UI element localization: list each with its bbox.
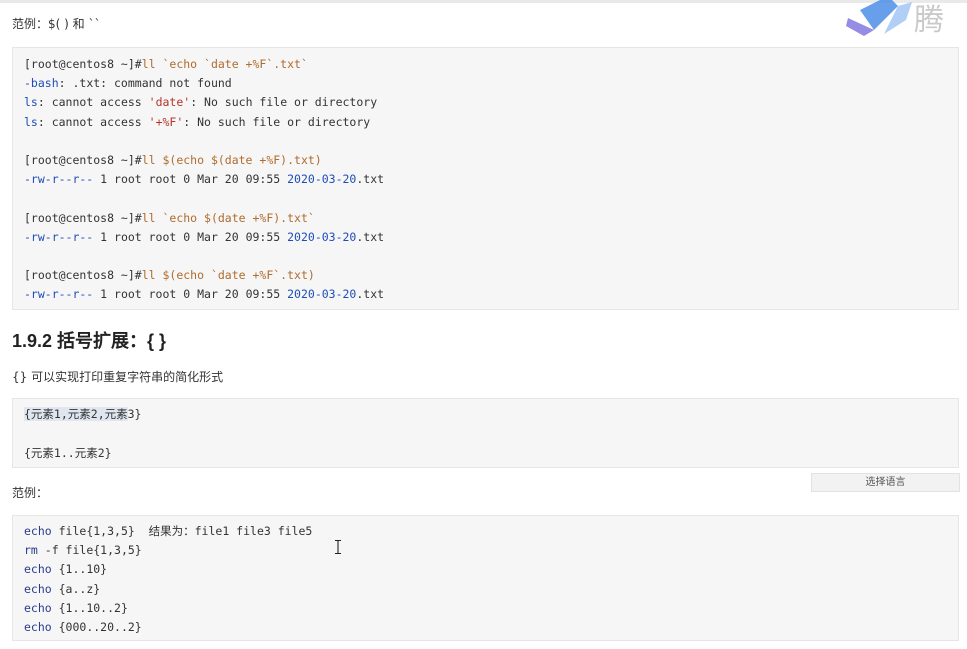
code-token: {1..10} [51, 562, 108, 577]
code-line: ls: cannot access 'date': No such file o… [24, 95, 377, 109]
code-token: -rw-r--r-- [24, 287, 94, 302]
code-token: echo [24, 581, 52, 596]
code-line: [root@centos8 ~]#ll `echo `date +%F`.txt… [24, 57, 308, 71]
code-token: 1 root root 0 Mar 20 09:55 [93, 287, 288, 302]
code-token: ll $(echo `date +%F`.txt) [141, 268, 315, 283]
code-token: ls [24, 95, 38, 110]
code-line: echo {a..z} [24, 582, 100, 596]
syntax-line-1-rest: 3} [127, 407, 142, 421]
code-token: {a..z} [51, 581, 101, 596]
code-token: -f file{1,3,5} [37, 543, 142, 558]
watermark-logo: 腾 [846, 0, 967, 40]
code-token: ll `echo `date +%F`.txt` [141, 57, 308, 71]
code-line: -rw-r--r-- 1 root root 0 Mar 20 09:55 20… [24, 287, 384, 301]
code-line: echo {1..10} [24, 562, 107, 576]
code-token: .txt [356, 172, 385, 187]
code-token: echo [24, 562, 52, 577]
code-token: echo [24, 600, 52, 615]
code-token: .txt [356, 287, 385, 302]
code-token: .txt [356, 229, 385, 244]
syntax-block[interactable]: {元素1,元素2,元素3} {元素1..元素2} [12, 398, 959, 468]
code-token: : cannot access [37, 114, 149, 129]
code-token: [root@centos8 ~]# [24, 210, 142, 225]
logo-icon: 腾 [846, 0, 944, 38]
code-token: : No such file or directory [183, 114, 371, 129]
code-token: ll `echo $(date +%F).txt` [141, 210, 315, 225]
code-token: 'date' [148, 95, 191, 110]
syntax-line-2: {元素1..元素2} [24, 446, 112, 460]
code-line: [root@centos8 ~]#ll $(echo `date +%F`.tx… [24, 268, 315, 282]
code-token: ls [24, 114, 38, 129]
code-token: : .txt: command not found [58, 76, 232, 91]
code-token: rm [24, 543, 38, 558]
code-token: file{1,3,5} 结果为：file1 file3 file5 [51, 524, 313, 538]
code-token: 1 root root 0 Mar 20 09:55 [93, 229, 288, 244]
example-label: 范例： [12, 486, 49, 500]
code-line: [root@centos8 ~]#ll $(echo $(date +%F).t… [24, 153, 322, 167]
code-token: [root@centos8 ~]# [24, 57, 142, 71]
code-token: [root@centos8 ~]# [24, 153, 142, 167]
intro-label: 范例：$( ) 和 `` [12, 17, 101, 31]
code-token: 2020-03-20 [287, 229, 357, 244]
top-divider [0, 0, 967, 3]
code-line: rm -f file{1,3,5} [24, 543, 142, 557]
code-token: 2020-03-20 [287, 287, 357, 302]
code-line: -rw-r--r-- 1 root root 0 Mar 20 09:55 20… [24, 172, 384, 186]
code-token: '+%F' [148, 114, 184, 129]
code-token: : No such file or directory [190, 95, 378, 110]
code-line: ls: cannot access '+%F': No such file or… [24, 115, 370, 129]
section-description: {} 可以实现打印重复字符串的简化形式 [12, 370, 224, 384]
selected-text: {元素1,元素2,元素 [24, 407, 128, 421]
code-token: echo [24, 620, 52, 634]
svg-text:腾: 腾 [914, 3, 944, 38]
select-language-button[interactable]: 选择语言 [811, 473, 960, 492]
code-line: echo {1..10..2} [24, 601, 128, 615]
section-heading: 1.9.2 括号扩展：{ } [12, 331, 167, 351]
code-token: 2020-03-20 [287, 172, 357, 187]
code-block-brace-examples[interactable]: echo file{1,3,5} 结果为：file1 file3 file5 rm… [12, 515, 959, 641]
code-token: [root@centos8 ~]# [24, 268, 142, 283]
code-token: -rw-r--r-- [24, 229, 94, 244]
code-line: -bash: .txt: command not found [24, 76, 232, 90]
text-cursor-icon [335, 540, 341, 554]
code-token: ll $(echo $(date +%F).txt) [141, 153, 322, 167]
code-block-dollar-paren[interactable]: [root@centos8 ~]#ll `echo `date +%F`.txt… [12, 47, 959, 310]
code-line: [root@centos8 ~]#ll `echo $(date +%F).tx… [24, 211, 315, 225]
syntax-line-1: {元素1,元素2,元素3} [24, 407, 141, 421]
code-line: echo file{1,3,5} 结果为：file1 file3 file5 [24, 524, 312, 538]
code-token: echo [24, 524, 52, 538]
code-line: echo {000..20..2} [24, 620, 142, 634]
code-token: 1 root root 0 Mar 20 09:55 [93, 172, 288, 187]
code-token: -bash [24, 76, 59, 91]
code-token: {000..20..2} [51, 620, 142, 634]
code-token: {1..10..2} [51, 600, 128, 615]
code-line: -rw-r--r-- 1 root root 0 Mar 20 09:55 20… [24, 230, 384, 244]
code-token: -rw-r--r-- [24, 172, 94, 187]
code-token: : cannot access [37, 95, 149, 110]
